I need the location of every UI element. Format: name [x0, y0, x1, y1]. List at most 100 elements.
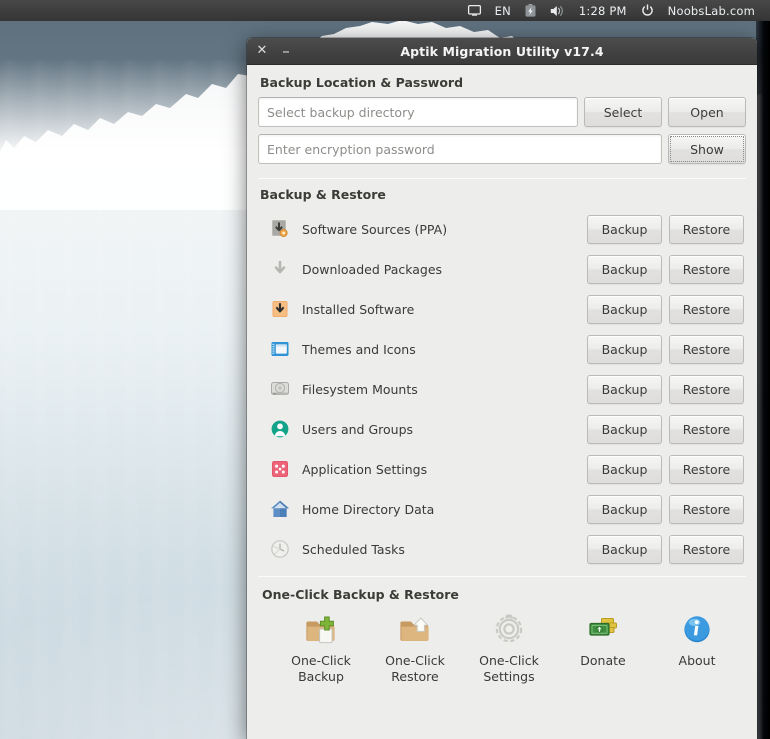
open-button[interactable]: Open — [668, 97, 746, 127]
backup-button[interactable]: Backup — [587, 454, 662, 484]
system-top-panel: EN 1:28 PM NoobsLab.com — [0, 0, 770, 21]
list-item: Installed Software Backup Restore — [258, 289, 746, 329]
label-line2: Restore — [391, 669, 439, 684]
one-click-restore-label: One-Click Restore — [385, 653, 445, 685]
select-button[interactable]: Select — [584, 97, 662, 127]
list-item-label: Home Directory Data — [302, 501, 435, 517]
wallpaper-right-shadow — [756, 21, 770, 739]
list-item: Downloaded Packages Backup Restore — [258, 249, 746, 289]
about-button[interactable]: About — [650, 612, 744, 669]
row-actions: Backup Restore — [587, 414, 744, 444]
clock-icon — [269, 538, 291, 560]
power-icon[interactable] — [634, 0, 661, 21]
restore-button[interactable]: Restore — [669, 254, 744, 284]
list-item-label: Software Sources (PPA) — [302, 221, 448, 237]
label-line1: One-Click — [479, 653, 539, 668]
list-item: Software Sources (PPA) Backup Restore — [258, 209, 746, 249]
keyboard-layout-indicator[interactable]: EN — [488, 0, 518, 21]
label-line2: Backup — [298, 669, 344, 684]
money-icon — [586, 612, 620, 646]
battery-charging-icon[interactable] — [518, 0, 543, 21]
restore-button[interactable]: Restore — [669, 414, 744, 444]
section-divider-top — [258, 178, 746, 179]
info-icon — [680, 612, 714, 646]
folder-up-icon — [398, 612, 432, 646]
row-actions: Backup Restore — [587, 494, 744, 524]
restore-button[interactable]: Restore — [669, 294, 744, 324]
row-actions: Backup Restore — [587, 374, 744, 404]
list-item-label: Users and Groups — [302, 421, 414, 437]
close-icon[interactable]: ✕ — [254, 43, 270, 59]
restore-button[interactable]: Restore — [669, 454, 744, 484]
folder-add-icon — [304, 612, 338, 646]
list-item: Home Directory Data Backup Restore — [258, 489, 746, 529]
row-actions: Backup Restore — [587, 294, 744, 324]
clock[interactable]: 1:28 PM — [572, 0, 634, 21]
section-divider-bottom — [258, 576, 746, 577]
volume-icon[interactable] — [543, 0, 572, 21]
encryption-password-row: Enter encryption password Show — [258, 134, 746, 164]
backup-button[interactable]: Backup — [587, 334, 662, 364]
row-actions: Backup Restore — [587, 214, 744, 244]
show-password-button[interactable]: Show — [668, 134, 746, 164]
restore-button[interactable]: Restore — [669, 494, 744, 524]
one-click-settings-button[interactable]: One-Click Settings — [462, 612, 556, 685]
row-actions: Backup Restore — [587, 534, 744, 564]
list-item-label: Scheduled Tasks — [302, 541, 405, 557]
one-click-button-row: One-Click Backup One-Click Restore One-C… — [260, 612, 744, 685]
encryption-password-placeholder: Enter encryption password — [267, 141, 435, 157]
donate-button[interactable]: Donate — [556, 612, 650, 669]
row-actions: Backup Restore — [587, 334, 744, 364]
list-item: Themes and Icons Backup Restore — [258, 329, 746, 369]
about-label: About — [678, 653, 716, 668]
list-item-label: Downloaded Packages — [302, 261, 443, 277]
encryption-password-input[interactable]: Enter encryption password — [258, 134, 662, 164]
display-icon[interactable] — [461, 0, 488, 21]
window-title: Aptik Migration Utility v17.4 — [400, 43, 604, 59]
backup-restore-heading: Backup & Restore — [260, 187, 386, 202]
backup-button[interactable]: Backup — [587, 414, 662, 444]
one-click-backup-button[interactable]: One-Click Backup — [274, 612, 368, 685]
one-click-backup-label: One-Click Backup — [291, 653, 351, 685]
window-titlebar: ✕ – Aptik Migration Utility v17.4 — [247, 38, 757, 65]
restore-button[interactable]: Restore — [669, 214, 744, 244]
backup-directory-placeholder: Select backup directory — [267, 104, 415, 120]
backup-location-heading: Backup Location & Password — [260, 75, 464, 90]
list-item-label: Installed Software — [302, 301, 415, 317]
one-click-settings-label: One-Click Settings — [479, 653, 539, 685]
backup-button[interactable]: Backup — [587, 534, 662, 564]
ppa-icon — [269, 218, 291, 240]
package-install-icon — [269, 298, 291, 320]
backup-button[interactable]: Backup — [587, 214, 662, 244]
theme-window-icon — [269, 338, 291, 360]
label-line1: One-Click — [385, 653, 445, 668]
session-user-menu[interactable]: NoobsLab.com — [661, 0, 762, 21]
harddisk-icon — [269, 378, 291, 400]
backup-restore-list: Software Sources (PPA) Backup Restore Do… — [258, 209, 746, 569]
list-item: Scheduled Tasks Backup Restore — [258, 529, 746, 569]
minimize-icon[interactable]: – — [278, 43, 294, 59]
list-item-label: Themes and Icons — [302, 341, 416, 357]
preferences-icon — [269, 458, 291, 480]
backup-button[interactable]: Backup — [587, 294, 662, 324]
restore-button[interactable]: Restore — [669, 534, 744, 564]
backup-directory-row: Select backup directory Select Open — [258, 97, 746, 127]
label-line1: One-Click — [291, 653, 351, 668]
aptik-window: ✕ – Aptik Migration Utility v17.4 Backup… — [247, 38, 757, 739]
user-icon — [269, 418, 291, 440]
label-line2: Settings — [483, 669, 535, 684]
backup-button[interactable]: Backup — [587, 494, 662, 524]
one-click-heading: One-Click Backup & Restore — [262, 587, 459, 602]
gear-icon — [492, 612, 526, 646]
one-click-restore-button[interactable]: One-Click Restore — [368, 612, 462, 685]
restore-button[interactable]: Restore — [669, 374, 744, 404]
backup-button[interactable]: Backup — [587, 374, 662, 404]
home-folder-icon — [269, 498, 291, 520]
row-actions: Backup Restore — [587, 254, 744, 284]
list-item-label: Application Settings — [302, 461, 428, 477]
list-item: Users and Groups Backup Restore — [258, 409, 746, 449]
backup-button[interactable]: Backup — [587, 254, 662, 284]
row-actions: Backup Restore — [587, 454, 744, 484]
restore-button[interactable]: Restore — [669, 334, 744, 364]
backup-directory-input[interactable]: Select backup directory — [258, 97, 578, 127]
